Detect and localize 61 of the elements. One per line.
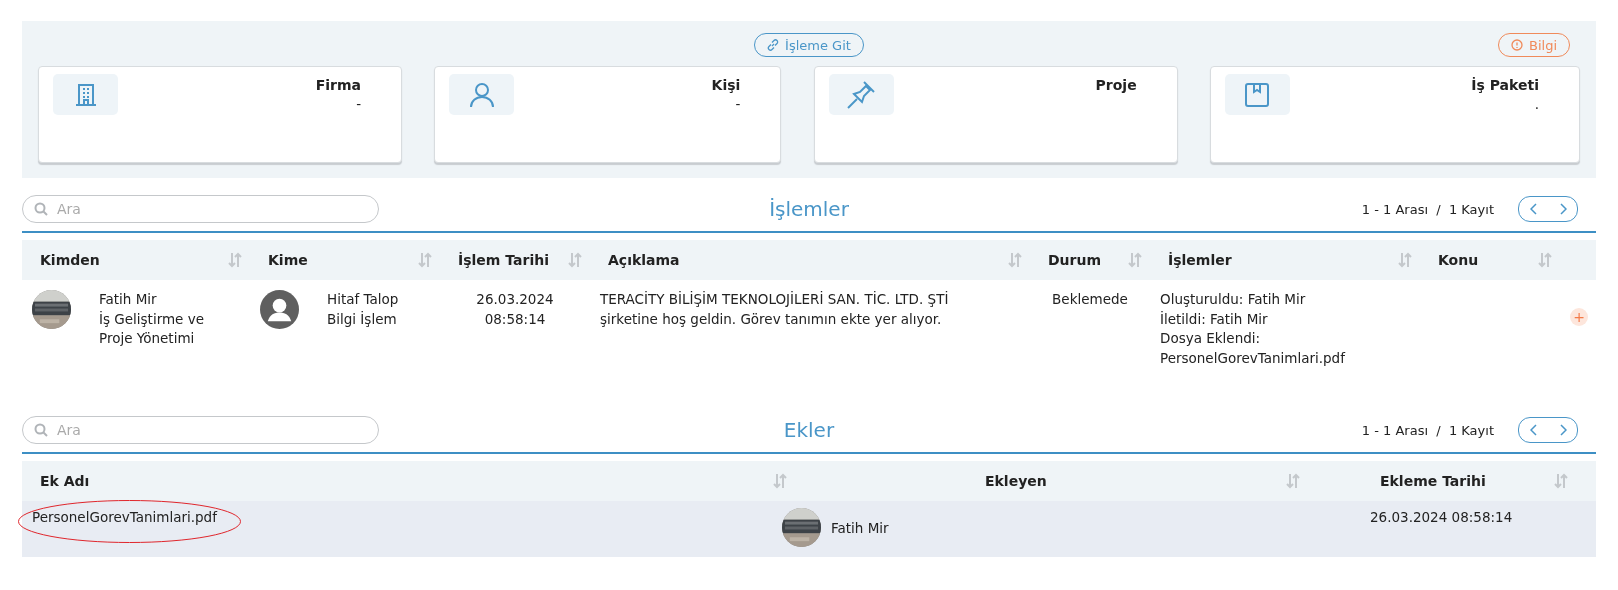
sort-icon[interactable] <box>1538 252 1552 268</box>
pagination-info: 1 - 1 Arası / 1 Kayıt <box>1361 422 1494 438</box>
card-title: Kişi <box>711 77 741 93</box>
column-header: Durum <box>1048 252 1102 268</box>
section-title: Ekler <box>782 418 836 442</box>
sender-department: İş Geliştirme ve Proje Yönetimi <box>99 309 205 348</box>
recipient-name: Hitaf Talop <box>327 290 399 309</box>
column-header: Konu <box>1438 252 1479 268</box>
description-text: TERACİTY BİLİŞİM TEKNOLOJİLERİ SAN. TİC. LTD. ŞTİ şirketine hoş geldin. Görev tanımın ekte yer alıyor. <box>600 291 949 327</box>
person-icon <box>468 81 495 108</box>
column-header: Açıklama <box>608 252 680 268</box>
section-title: İşlemler <box>768 197 850 221</box>
column-header: Kime <box>268 252 308 268</box>
search-icon <box>34 202 48 216</box>
action-log-entry: Oluşturuldu: Fatih Mir <box>1160 290 1307 309</box>
recipient-department: Bilgi İşlem <box>327 309 398 329</box>
link-icon <box>767 39 780 51</box>
sort-icon[interactable] <box>1554 473 1568 489</box>
previous-button[interactable] <box>1529 424 1538 436</box>
search-field[interactable]: Ara <box>22 416 379 444</box>
card-title: İş Paketi <box>1471 77 1539 93</box>
user-avatar-icon <box>260 290 299 329</box>
sort-icon[interactable] <box>1128 252 1142 268</box>
card-title: Proje <box>1095 77 1137 93</box>
sort-icon[interactable] <box>568 252 582 268</box>
date-text: 26.03.2024 08:58:14 <box>1370 509 1513 525</box>
search-field[interactable]: Ara <box>22 195 379 223</box>
sort-icon[interactable] <box>418 252 432 268</box>
column-header: Kimden <box>40 252 100 268</box>
next-button[interactable] <box>1558 203 1567 215</box>
info-icon <box>1511 39 1523 51</box>
file-name: PersonelGorevTanimlari.pdf <box>32 509 217 525</box>
column-header: İşlemler <box>1168 252 1232 268</box>
action-log-entry: Dosya Eklendi: PersonelGorevTanimlari.pdf <box>1160 329 1347 368</box>
column-header: Ekleyen <box>985 473 1047 489</box>
pagination-info: 1 - 1 Arası / 1 Kayıt <box>1361 201 1494 217</box>
date-text: 26.03.2024 <box>476 290 554 309</box>
sort-icon[interactable] <box>1286 473 1300 489</box>
sort-icon[interactable] <box>1398 252 1412 268</box>
next-button[interactable] <box>1558 424 1567 436</box>
column-header: İşlem Tarihi <box>458 252 549 268</box>
sort-icon[interactable] <box>228 252 242 268</box>
package-icon <box>1244 81 1271 108</box>
column-header: Ek Adı <box>40 473 90 489</box>
column-header: Ekleme Tarihi <box>1380 473 1486 489</box>
uploader-name: Fatih Mir <box>831 519 889 536</box>
sort-icon[interactable] <box>1008 252 1022 268</box>
sender-name: Fatih Mir <box>99 290 158 309</box>
card-title: Firma <box>315 77 361 93</box>
building-icon <box>74 82 97 107</box>
sort-icon[interactable] <box>773 473 787 489</box>
card-value: - <box>735 96 741 112</box>
card-value: - <box>356 96 361 112</box>
add-button[interactable]: + <box>1570 308 1588 326</box>
previous-button[interactable] <box>1529 203 1538 215</box>
pushpin-icon <box>846 79 877 110</box>
status-text: Beklemede <box>1052 291 1128 307</box>
search-icon <box>34 423 48 437</box>
card-value: . <box>1534 96 1539 112</box>
date-text: 08:58:14 <box>484 309 546 329</box>
action-log-entry: İletildi: Fatih Mir <box>1160 309 1269 329</box>
